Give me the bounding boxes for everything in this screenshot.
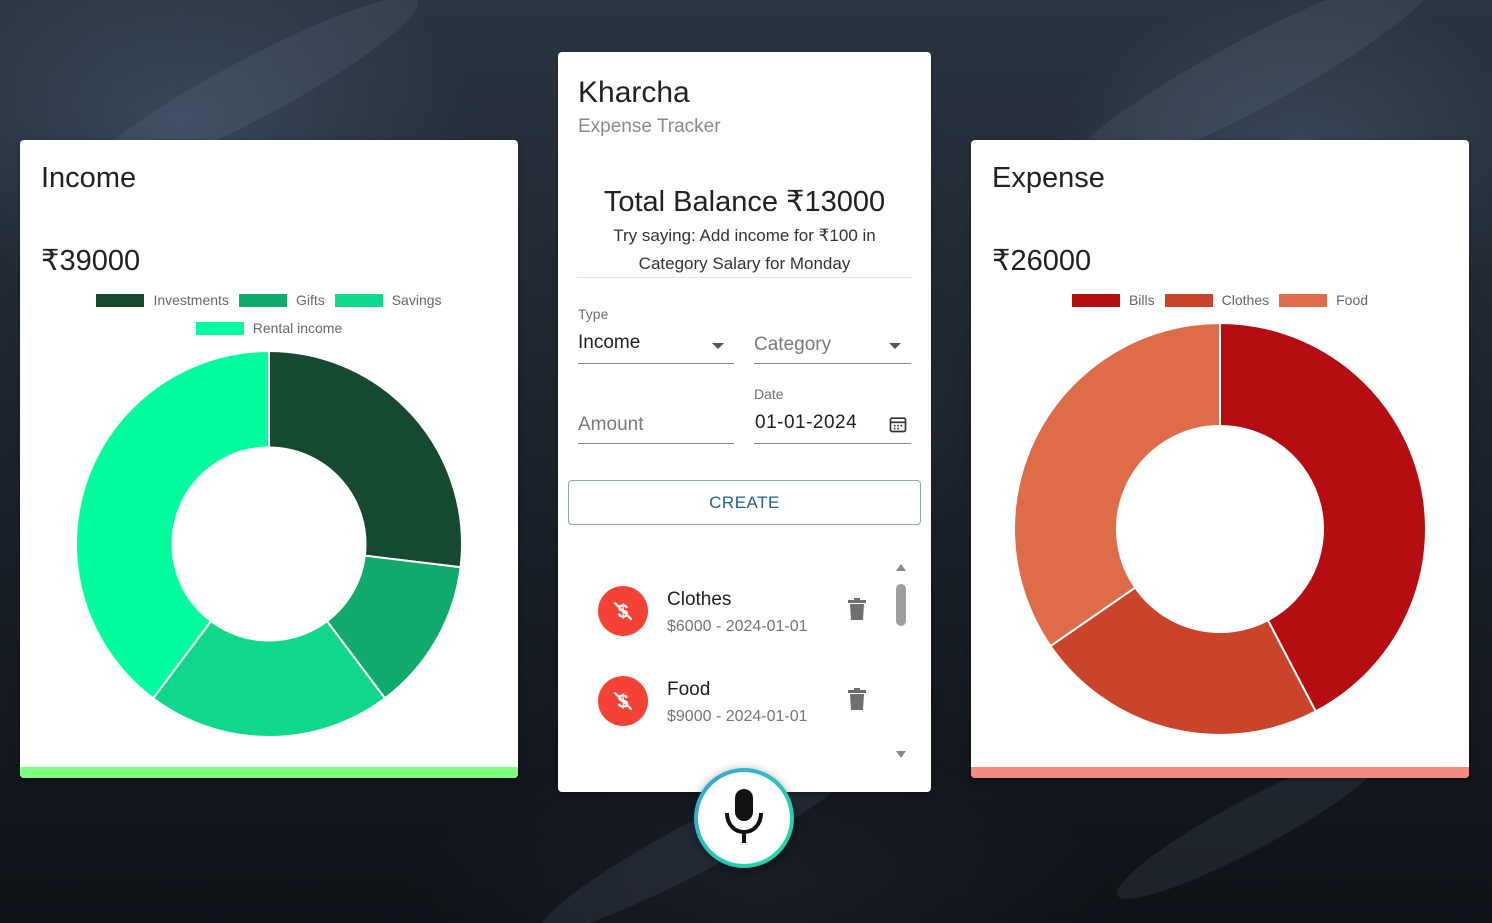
income-legend-item[interactable]: Investments (96, 286, 229, 314)
transaction-list: $ Clothes $6000 - 2024-01-01 $ Food $900… (578, 562, 883, 762)
income-slice-investments[interactable] (268, 350, 463, 569)
voice-hint: Try saying: Add income for ₹100 in Categ… (613, 226, 876, 273)
scroll-thumb[interactable] (896, 584, 906, 626)
expense-legend-item[interactable]: Clothes (1164, 286, 1270, 314)
trash-icon[interactable] (846, 596, 868, 622)
legend-swatch (1164, 293, 1213, 307)
chevron-down-icon (889, 343, 901, 349)
trash-icon[interactable] (846, 686, 868, 712)
category-placeholder: Category (754, 334, 832, 355)
scrollbar[interactable] (894, 562, 908, 758)
legend-swatch (96, 293, 145, 307)
money-off-icon: $ (598, 586, 648, 636)
expense-card: Expense ₹26000 Bills Clothes Food (971, 140, 1469, 778)
transaction-detail: $9000 - 2024-01-01 (667, 708, 808, 725)
category-select[interactable]: Category (754, 302, 911, 364)
income-amount: ₹39000 (41, 245, 141, 277)
total-balance: Total Balance ₹13000 (603, 186, 886, 218)
legend-swatch (238, 293, 287, 307)
legend-swatch (195, 321, 244, 335)
type-label: Type (578, 306, 609, 322)
expense-amount: ₹26000 (992, 245, 1092, 277)
scroll-up-arrow-icon[interactable] (896, 564, 906, 571)
transaction-name: Food (667, 679, 711, 700)
legend-swatch (1279, 293, 1328, 307)
date-value: 01-01-2024 (755, 412, 858, 433)
income-bottom-bar (20, 767, 518, 778)
scroll-down-arrow-icon[interactable] (896, 751, 906, 758)
date-input[interactable]: Date 01-01-2024 (754, 382, 911, 444)
legend-label: Savings (391, 292, 442, 308)
legend-label: Food (1336, 292, 1369, 308)
microphone-button[interactable] (694, 768, 794, 868)
income-legend-item[interactable]: Savings (334, 286, 442, 314)
create-button[interactable]: CREATE (568, 480, 921, 525)
legend-swatch (334, 293, 383, 307)
divider (577, 277, 912, 278)
legend-label: Investments (153, 292, 229, 308)
legend-swatch (1071, 293, 1120, 307)
microphone-icon (722, 787, 766, 850)
expense-legend: Bills Clothes Food (971, 286, 1469, 314)
calendar-icon[interactable] (888, 414, 908, 439)
type-select[interactable]: Type Income (578, 302, 734, 364)
expense-bottom-bar (971, 767, 1469, 778)
expense-legend-item[interactable]: Food (1279, 286, 1368, 314)
legend-label: Bills (1128, 292, 1155, 308)
list-item[interactable]: $ Clothes $6000 - 2024-01-01 (578, 576, 883, 656)
chevron-down-icon (712, 343, 724, 349)
expense-slice-food[interactable] (1013, 322, 1221, 648)
type-value: Income (578, 332, 641, 353)
expense-title: Expense (992, 162, 1105, 194)
income-legend-item[interactable]: Rental income (195, 314, 343, 342)
list-item[interactable]: $ Food $9000 - 2024-01-01 (578, 666, 883, 746)
income-donut-chart (75, 350, 463, 738)
app-name: Kharcha (578, 76, 690, 109)
money-off-icon: $ (598, 676, 648, 726)
income-title: Income (41, 162, 137, 194)
amount-placeholder: Amount (578, 414, 644, 435)
expense-donut-chart (1013, 322, 1427, 736)
legend-label: Gifts (295, 292, 325, 308)
tracker-card: Kharcha Expense Tracker Total Balance ₹1… (558, 52, 931, 792)
amount-input[interactable]: Amount (578, 392, 734, 444)
legend-label: Clothes (1221, 292, 1270, 308)
transaction-name: Clothes (667, 589, 732, 610)
income-card: Income ₹39000 Investments Gifts Savings Ren… (20, 140, 518, 778)
legend-label: Rental income (252, 320, 343, 336)
income-legend: Investments Gifts Savings Rental income (20, 286, 518, 342)
expense-legend-item[interactable]: Bills (1071, 286, 1155, 314)
date-label: Date (754, 386, 784, 402)
app-subtitle: Expense Tracker (578, 116, 721, 137)
transaction-detail: $6000 - 2024-01-01 (667, 618, 808, 635)
income-legend-item[interactable]: Gifts (238, 286, 325, 314)
